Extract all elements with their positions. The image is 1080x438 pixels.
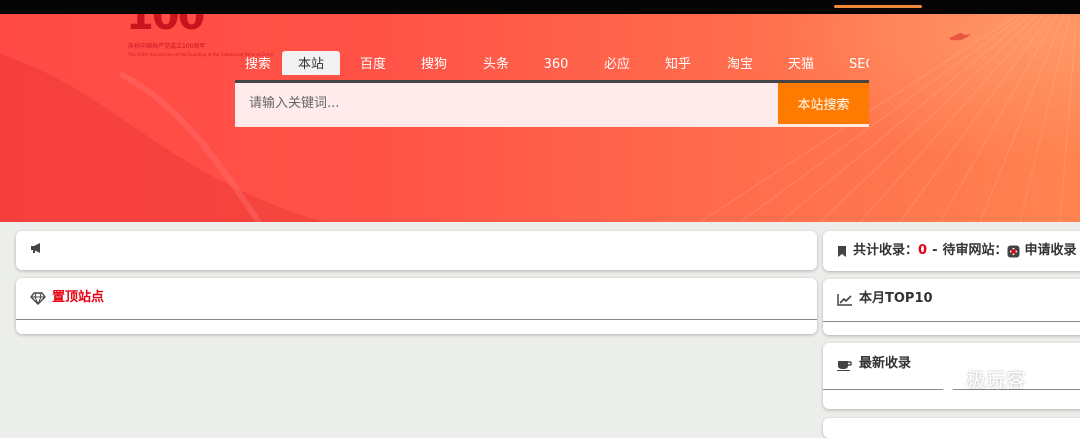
tab-bing[interactable]: 必应 [601,56,633,74]
next-card-partial [823,418,1080,438]
featured-sites-card: 置顶站点 [16,278,817,334]
search-engine-tabs: 搜索 本站 百度 搜狗 头条 360 必应 知乎 淘宝 天猫 SEO [235,51,869,80]
tab-toutiao[interactable]: 头条 [480,56,512,74]
tab-360[interactable]: 360 [541,56,571,74]
diamond-icon [30,291,46,305]
tab-sogou[interactable]: 搜狗 [418,56,450,74]
search-bar: 本站搜索 [235,80,869,127]
watermark-text: 极玩客 [966,368,1026,392]
plus-square-icon[interactable] [1007,245,1020,258]
top10-divider [823,321,1080,322]
wechat-watermark: 极玩客 [926,364,1026,393]
top-black-bar [0,0,1080,14]
latest-title: 最新收录 [859,356,912,371]
megaphone-icon [31,243,40,253]
top10-card: 本月TOP10 [823,279,1080,335]
stats-card: 共计收录： 0 - 待审网站： 申请收录 [823,231,1080,271]
tab-taobao[interactable]: 淘宝 [724,56,756,74]
apply-link[interactable]: 申请收录 [1024,242,1076,260]
tab-baidu[interactable]: 百度 [357,56,389,74]
search-label: 搜索 [245,57,272,72]
top10-header: 本月TOP10 [837,290,933,308]
search-input[interactable] [235,83,778,124]
featured-divider [16,319,817,320]
bookmark-icon [838,245,846,257]
tab-seo[interactable]: SEO [849,56,869,74]
total-label: 共计收录： [853,243,919,258]
latest-header: 最新收录 [837,355,911,373]
top10-title: 本月TOP10 [859,291,933,306]
logo-digits: 100 [126,14,205,39]
featured-title: 置顶站点 [52,290,105,305]
logo-caption: 庆祝中国共产党成立100周年 [128,43,206,50]
featured-header: 置顶站点 [30,289,104,307]
notice-row [30,242,50,254]
site-search-button[interactable]: 本站搜索 [778,83,869,124]
tab-zhihu[interactable]: 知乎 [662,56,694,74]
total-value: 0 [918,243,928,258]
stats-row: 共计收录： 0 - 待审网站： 申请收录 [837,242,1077,260]
wechat-icon [927,365,958,390]
stats-separator: - [932,243,938,258]
pending-label: 待审网站： [942,243,1008,258]
tab-tmall[interactable]: 天猫 [785,56,817,74]
dove-icon [949,32,971,41]
loading-indicator [834,5,922,8]
anniversary-logo: 100 庆祝中国共产党成立100周年 The 100th Anniversary… [126,14,273,64]
hero-banner: 100 庆祝中国共产党成立100周年 The 100th Anniversary… [0,14,1080,222]
coffee-icon [837,360,852,371]
tab-site[interactable]: 本站 [282,51,340,75]
line-chart-icon [837,293,852,306]
notice-card [16,231,817,270]
